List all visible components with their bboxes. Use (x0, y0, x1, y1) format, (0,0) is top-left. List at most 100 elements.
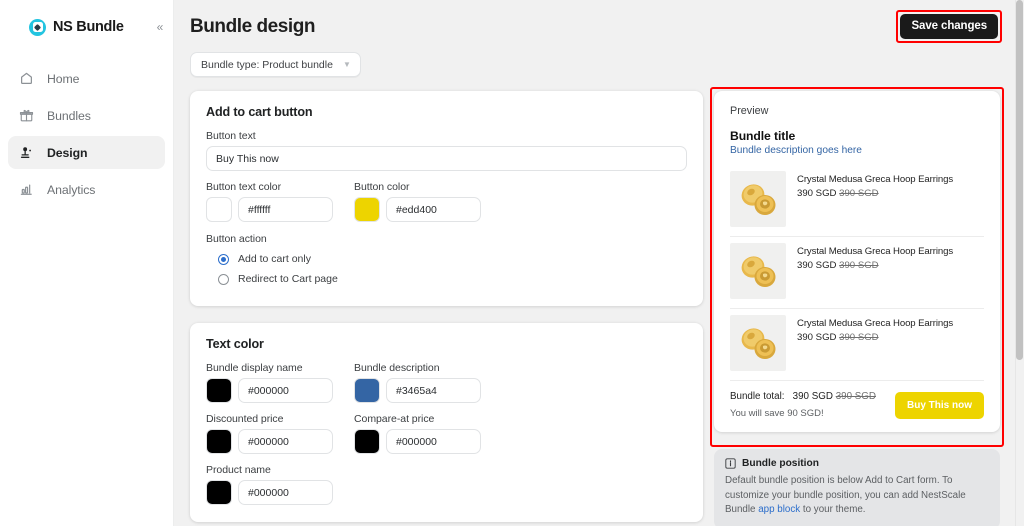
card-title: Add to cart button (206, 105, 313, 119)
sidebar-item-design[interactable]: Design (8, 136, 165, 169)
bundle-position-header: Bundle position (725, 458, 989, 469)
design-icon (18, 144, 35, 161)
preview-product-price: 390 SGD 390 SGD (797, 260, 953, 271)
save-changes-annotation: Save changes (896, 10, 1002, 43)
button-color-label: Button color (354, 181, 410, 193)
brand: NS Bundle (0, 0, 173, 54)
bundle-display-name-color-field: Bundle display name (206, 362, 333, 403)
sidebar-item-home[interactable]: Home (8, 62, 165, 95)
button-text-color-input[interactable] (238, 197, 333, 222)
button-text-label: Button text (206, 130, 256, 142)
button-text-color-field: Button text color (206, 181, 333, 222)
preview-savings-text: You will save 90 SGD! (730, 408, 824, 419)
card-title: Text color (206, 337, 264, 351)
app-block-link[interactable]: app block (758, 504, 800, 515)
product-name-color-swatch[interactable] (206, 480, 232, 505)
app-root: NS Bundle « Home Bundles Design Analytic… (0, 0, 1024, 526)
sidebar-item-label: Home (47, 71, 80, 86)
field-label: Bundle display name (206, 362, 303, 374)
page-scrollbar-thumb[interactable] (1016, 0, 1023, 360)
bundle-position-title: Bundle position (742, 458, 819, 469)
sidebar-item-label: Design (47, 145, 88, 160)
preview-product-price: 390 SGD 390 SGD (797, 332, 953, 343)
button-action-label: Button action (206, 233, 267, 245)
compare-at-price-color-input[interactable] (386, 429, 481, 454)
bundle-description-color-swatch[interactable] (354, 378, 380, 403)
preview-bundle-title: Bundle title (730, 129, 796, 143)
discounted-price-color-input[interactable] (238, 429, 333, 454)
gift-icon (18, 107, 35, 124)
compare-at-price-color-field: Compare-at price (354, 413, 481, 454)
field-label: Discounted price (206, 413, 284, 425)
radio-redirect-to-cart[interactable]: Redirect to Cart page (218, 269, 687, 289)
page-title: Bundle design (190, 16, 316, 37)
preview-buy-button[interactable]: Buy This now (895, 391, 984, 419)
bundle-description-color-field: Bundle description (354, 362, 481, 403)
bundle-display-name-color-input[interactable] (238, 378, 333, 403)
button-action-block: Button action Add to cart only Redirect … (206, 233, 687, 289)
compare-at-price-color-swatch[interactable] (354, 429, 380, 454)
button-color-field: Button color (354, 181, 481, 222)
button-text-color-swatch[interactable] (206, 197, 232, 222)
discounted-price-color-field: Discounted price (206, 413, 333, 454)
add-to-cart-card: Add to cart button Button text Button te… (190, 91, 703, 306)
product-name-color-field: Product name (206, 464, 333, 505)
main-content: Bundle design Save changes Bundle type: … (174, 0, 1024, 526)
sidebar-item-analytics[interactable]: Analytics (8, 173, 165, 206)
button-text-color-label: Button text color (206, 181, 282, 193)
preview-product-info: Crystal Medusa Greca Hoop Earrings 390 S… (797, 243, 953, 271)
preview-product-row: Crystal Medusa Greca Hoop Earrings 390 S… (730, 309, 984, 381)
bundle-total-compare-at: 390 SGD (835, 391, 876, 402)
page-header: Bundle design Save changes (174, 0, 1024, 43)
text-color-row-3: Product name (206, 464, 687, 505)
field-label: Bundle description (354, 362, 440, 374)
button-color-input[interactable] (386, 197, 481, 222)
bundle-position-banner: Bundle position Default bundle position … (714, 449, 1000, 526)
preview-bundle-description[interactable]: Bundle description goes here (730, 145, 984, 156)
bundle-type-label: Bundle type: Product bundle (201, 58, 333, 71)
gold-earrings-image (730, 315, 786, 371)
bundle-total-price: 390 SGD (792, 391, 833, 402)
sidebar: NS Bundle « Home Bundles Design Analytic… (0, 0, 174, 526)
preview-label: Preview (730, 105, 769, 117)
button-colors-row: Button text color Button color (206, 181, 687, 222)
field-label: Product name (206, 464, 271, 476)
bundle-total-label: Bundle total: (730, 391, 785, 402)
button-text-input[interactable] (206, 146, 687, 171)
bundle-display-name-color-swatch[interactable] (206, 378, 232, 403)
compare-at-price-value: 390 SGD (839, 188, 879, 199)
settings-column: Add to cart button Button text Button te… (190, 91, 703, 526)
text-color-card: Text color Bundle display name Bundle de… (190, 323, 703, 522)
text-color-row-1: Bundle display name Bundle description (206, 362, 687, 403)
product-name-color-input[interactable] (238, 480, 333, 505)
info-icon (725, 458, 736, 469)
collapse-sidebar-icon[interactable]: « (152, 19, 168, 35)
bundle-description-color-input[interactable] (386, 378, 481, 403)
preview-product-name: Crystal Medusa Greca Hoop Earrings (797, 174, 954, 185)
sidebar-item-label: Bundles (47, 108, 91, 123)
bundle-type-row: Bundle type: Product bundle ▼ (174, 40, 1024, 77)
preview-product-name: Crystal Medusa Greca Hoop Earrings (797, 246, 954, 257)
text-color-row-2: Discounted price Compare-at price (206, 413, 687, 454)
gold-earrings-image (730, 243, 786, 299)
bundle-type-select[interactable]: Bundle type: Product bundle ▼ (190, 52, 361, 77)
preview-column: Preview Bundle title Bundle description … (710, 87, 1004, 526)
button-text-field-block: Button text (206, 130, 687, 171)
brand-name: NS Bundle (53, 19, 124, 35)
content-columns: Add to cart button Button text Button te… (174, 77, 1024, 526)
discounted-price-color-swatch[interactable] (206, 429, 232, 454)
ns-bundle-logo-icon (29, 18, 46, 36)
preview-product-row: Crystal Medusa Greca Hoop Earrings 390 S… (730, 237, 984, 309)
home-icon (18, 70, 35, 87)
page-scrollbar-track[interactable] (1015, 0, 1024, 526)
save-changes-button[interactable]: Save changes (900, 14, 998, 39)
radio-add-to-cart-only[interactable]: Add to cart only (218, 249, 687, 269)
sidebar-item-bundles[interactable]: Bundles (8, 99, 165, 132)
button-color-swatch[interactable] (354, 197, 380, 222)
preview-total-row: Bundle total: 390 SGD 390 SGD You will s… (730, 381, 984, 419)
preview-product-name: Crystal Medusa Greca Hoop Earrings (797, 318, 954, 329)
price-value: 390 SGD (797, 332, 837, 343)
compare-at-price-value: 390 SGD (839, 332, 879, 343)
field-label: Compare-at price (354, 413, 435, 425)
preview-product-row: Crystal Medusa Greca Hoop Earrings 390 S… (730, 165, 984, 237)
